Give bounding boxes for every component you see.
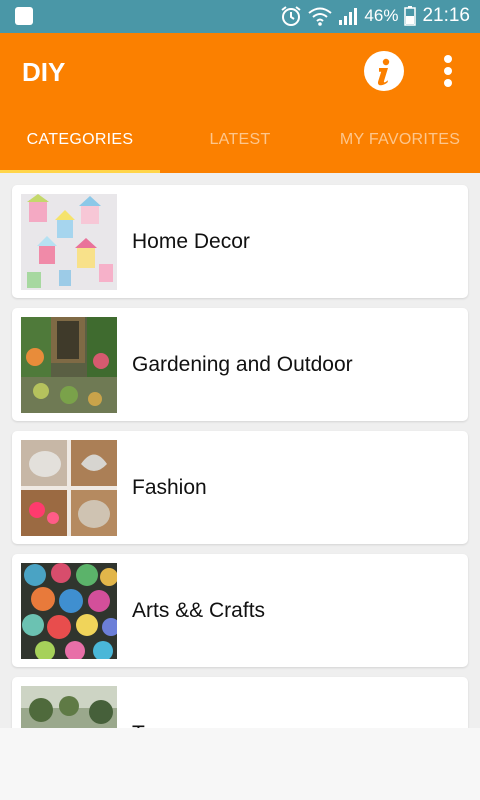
category-card-fashion[interactable]: Fashion: [12, 431, 468, 544]
category-thumbnail: [21, 563, 117, 659]
category-card-gardening-and-outdoor[interactable]: Gardening and Outdoor: [12, 308, 468, 421]
category-label: Fashion: [132, 476, 207, 499]
category-label: Arts && Crafts: [132, 599, 266, 622]
category-card-home-decor[interactable]: Home Decor: [12, 185, 468, 298]
status-icons: 46% 21:16: [280, 5, 470, 27]
overflow-menu-button[interactable]: [436, 51, 460, 91]
app-title: DIY: [22, 57, 66, 87]
tab-bar: CATEGORIES LATEST MY FAVORITES: [0, 125, 480, 173]
category-thumbnail: [21, 194, 117, 290]
battery-icon: [404, 6, 417, 26]
battery-percent: 46%: [364, 6, 399, 25]
more-vert-dot: [444, 79, 452, 87]
category-label: Tr...: [132, 677, 167, 728]
signal-icon: [339, 8, 358, 25]
category-thumbnail: [21, 317, 117, 413]
more-vert-dot: [444, 67, 452, 75]
status-bar: 46% 21:16: [0, 0, 480, 33]
category-thumbnail: [21, 440, 117, 536]
info-icon: [377, 58, 390, 86]
more-vert-icon: [444, 55, 452, 63]
tab-label: CATEGORIES: [26, 131, 134, 148]
category-label: Gardening and Outdoor: [132, 353, 353, 376]
category-label: Home Decor: [132, 230, 250, 253]
wifi-icon: [308, 7, 333, 26]
alarm-icon: [281, 6, 302, 26]
info-button[interactable]: [364, 51, 404, 91]
category-thumbnail: [21, 686, 117, 728]
category-list[interactable]: Home Decor Gardening and Outdoor Fashion…: [0, 173, 480, 728]
category-card-arts-and-crafts[interactable]: Arts && Crafts: [12, 554, 468, 667]
tab-label: LATEST: [209, 131, 271, 148]
tab-label: MY FAVORITES: [339, 131, 461, 148]
app-bar: DIY CATEGORIES LATEST MY FAVORITES: [0, 33, 480, 173]
clock: 21:16: [422, 5, 470, 26]
category-card-travel[interactable]: Tr...: [12, 677, 468, 728]
notification-icon: [15, 7, 33, 25]
tab-my-favorites[interactable]: MY FAVORITES: [320, 125, 480, 173]
tab-categories[interactable]: CATEGORIES: [0, 125, 160, 173]
tab-latest[interactable]: LATEST: [160, 125, 320, 173]
bottom-blank-area: [0, 728, 480, 800]
